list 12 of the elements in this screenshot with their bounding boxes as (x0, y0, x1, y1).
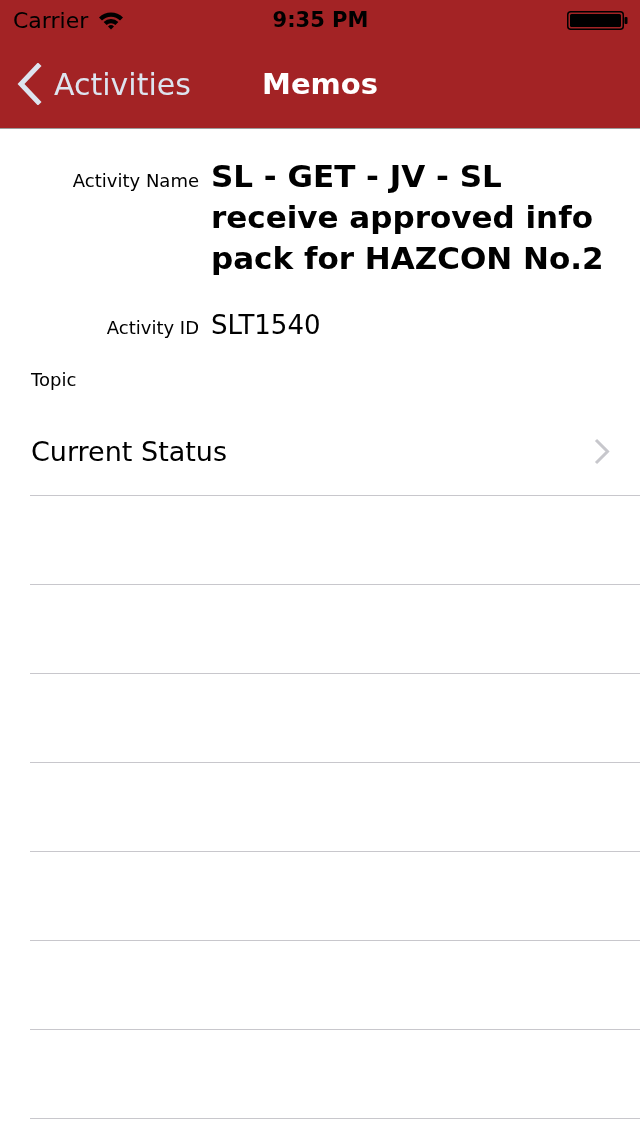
field-value: SLT1540 (211, 309, 322, 342)
back-chevron-icon (16, 63, 42, 105)
field-label: Activity ID (105, 317, 199, 339)
field-label: Activity Name (71, 170, 199, 192)
field-value: SL - GET - JV - SL receive approved info pack for HAZCON No.2 (211, 157, 605, 278)
wifi-icon (98, 10, 125, 30)
carrier-name: Carrier (13, 7, 89, 33)
screen-title: Memos (262, 67, 378, 101)
status-time: 9:35 PM (272, 8, 369, 32)
section-header: Topic (30, 369, 78, 391)
back-button[interactable]: Activities (0, 60, 191, 108)
battery-icon (567, 10, 628, 30)
